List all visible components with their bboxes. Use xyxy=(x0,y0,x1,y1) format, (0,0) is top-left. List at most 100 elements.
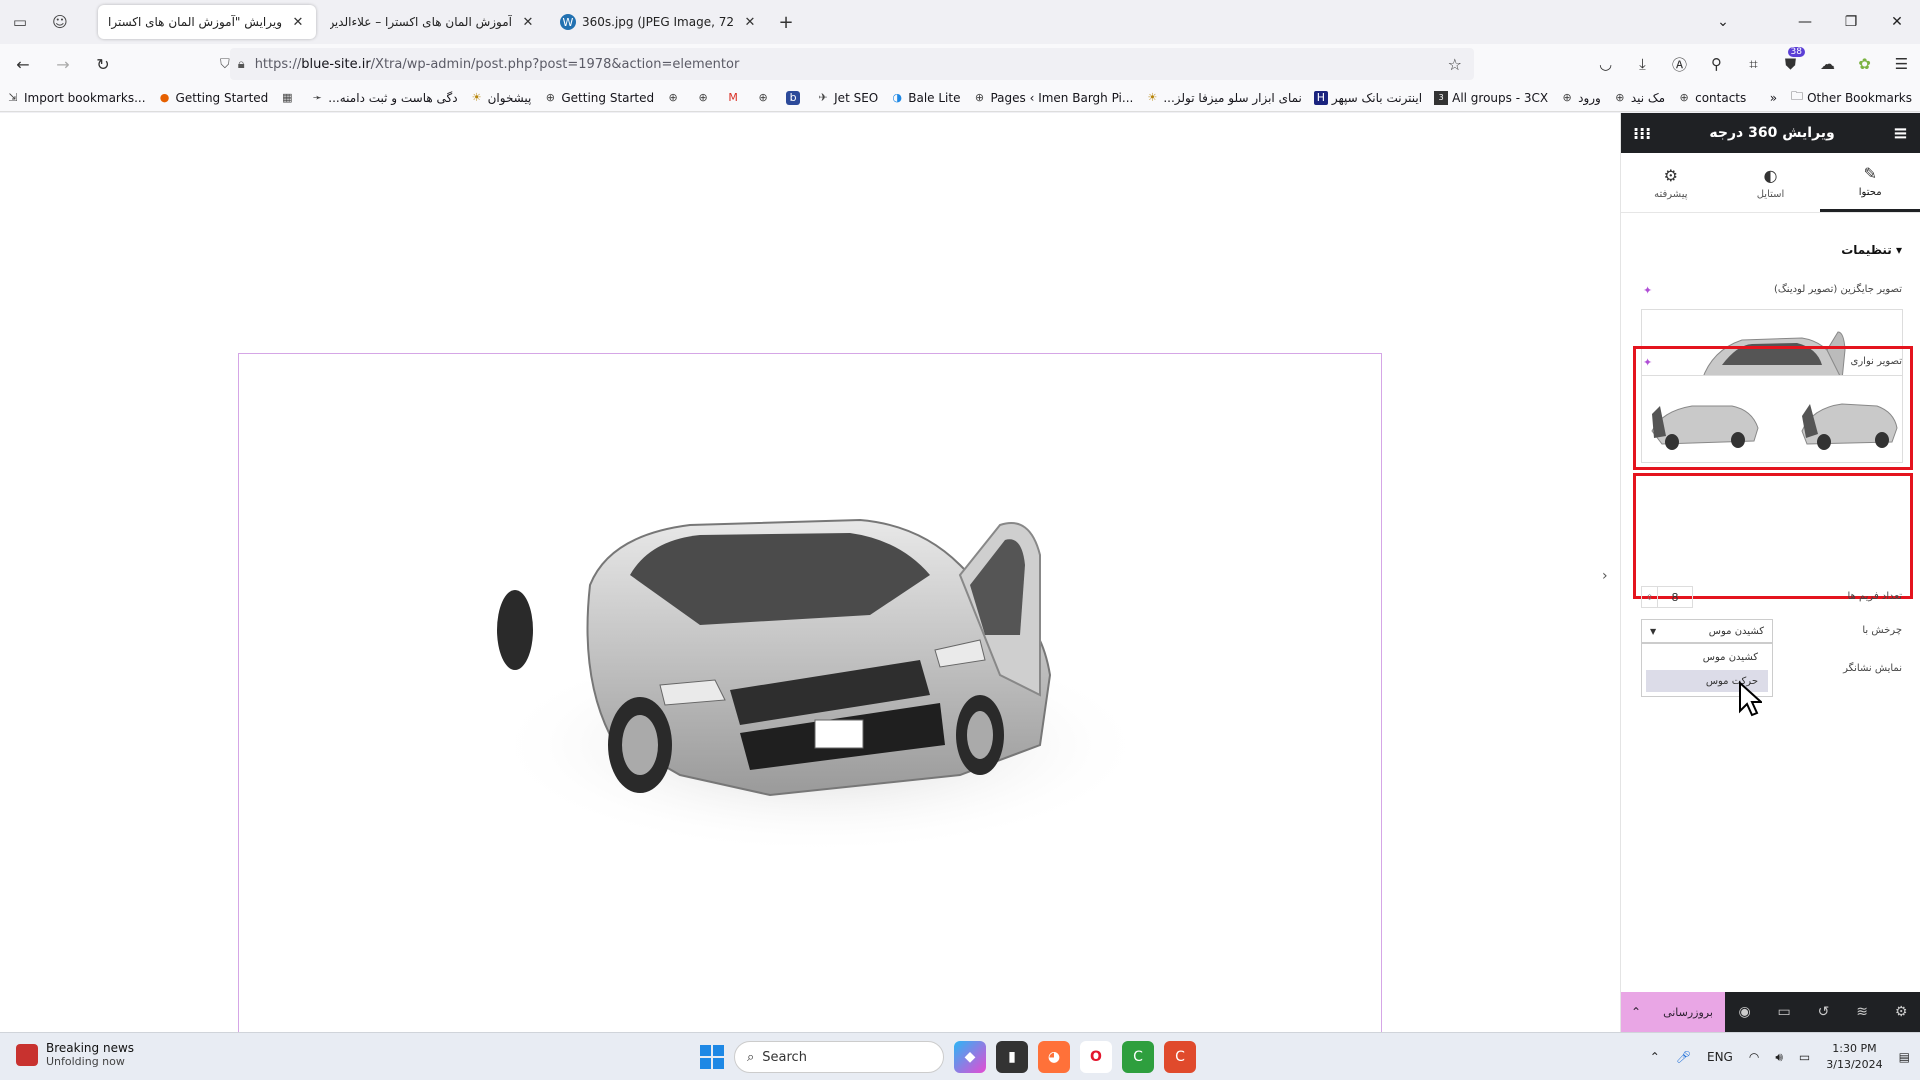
shield-icon[interactable]: ⛉ xyxy=(220,57,230,72)
bookmark-label: ورود xyxy=(1578,90,1601,105)
tab-elements[interactable]: آموزش المان های اکسترا – علاءالدین ✕ xyxy=(320,5,546,39)
bookmark-label: Pages ‹ Imen Bargh Pi... xyxy=(990,90,1134,105)
firefox-icon[interactable]: ◕ xyxy=(1038,1041,1070,1073)
hamburger-icon[interactable]: ≡ xyxy=(1893,123,1908,144)
taskbar-search[interactable]: ⌕ Search xyxy=(734,1041,944,1073)
tab-image[interactable]: W 360s.jpg (JPEG Image, 7200 × 60 ✕ xyxy=(550,5,768,39)
language-indicator[interactable]: ENG xyxy=(1707,1050,1733,1064)
settings-icon[interactable]: ⚙ xyxy=(1895,1004,1908,1020)
extensions-icon[interactable]: ⚲ xyxy=(1698,55,1735,73)
url-bar[interactable]: ⛉ 🔒︎ https://blue-site.ir/Xtra/wp-admin/… xyxy=(220,48,1474,80)
crop-icon[interactable]: ⌗ xyxy=(1735,55,1772,73)
apps-grid-icon[interactable]: ⁝⁝⁝ xyxy=(1633,124,1651,143)
opera-icon[interactable]: O xyxy=(1080,1041,1112,1073)
new-tab-icon[interactable]: + xyxy=(772,12,800,33)
tab-label: استایل xyxy=(1756,188,1785,200)
camtasia-red-icon[interactable]: C xyxy=(1164,1041,1196,1073)
toolbar-icons: ◡ ⤓ Ⓐ ⚲ ⌗ ⛊ 38 ☁ ✿ ☰ xyxy=(1587,44,1920,84)
bookmark-tools[interactable]: ☀ ...نمای ابزار سلو میزفا تولز xyxy=(1145,91,1302,105)
ai-sparkle-icon[interactable]: ✦ xyxy=(1643,284,1652,297)
bookmark-dashboard[interactable]: ☀ پیشخوان xyxy=(470,91,532,105)
bookmark-getting-started[interactable]: ● Getting Started xyxy=(158,91,269,105)
clock-time: 1:30 PM xyxy=(1832,1042,1877,1055)
stepper-arrows-icon[interactable]: ⇳ xyxy=(1642,587,1658,607)
bookmark-star-icon[interactable]: ☆ xyxy=(1448,55,1462,74)
pocket-icon[interactable]: ◡ xyxy=(1587,55,1624,73)
copilot-icon[interactable]: ◆ xyxy=(954,1041,986,1073)
tab-style[interactable]: ◐ استایل xyxy=(1721,153,1821,212)
bookmark-globe-3[interactable]: ⊕ xyxy=(756,91,774,105)
bookmark-bank[interactable]: H اینترنت بانک سپهر xyxy=(1313,90,1422,105)
bookmark-mac[interactable]: ⊕ مک نید xyxy=(1613,91,1665,105)
bookmark-pages[interactable]: ⊕ Pages ‹ Imen Bargh Pi... xyxy=(972,91,1133,105)
tab-list-icon[interactable]: ▭ xyxy=(0,0,40,44)
bookmark-getting-started-2[interactable]: ⊕ Getting Started xyxy=(543,91,654,105)
bookmark-globe-2[interactable]: ⊕ xyxy=(696,91,714,105)
cloud-icon[interactable]: ☁ xyxy=(1809,55,1846,73)
account-icon[interactable]: Ⓐ xyxy=(1661,54,1698,75)
chevron-right-icon[interactable]: » xyxy=(1770,91,1777,105)
close-tab-icon[interactable]: ✕ xyxy=(290,15,306,30)
responsive-icon[interactable]: ▭ xyxy=(1778,1004,1791,1020)
tab-label: پیشرفته xyxy=(1654,188,1688,200)
notification-icon[interactable]: ▤ xyxy=(1899,1050,1910,1064)
battery-icon[interactable]: ▭ xyxy=(1799,1050,1810,1064)
bookmark-bale[interactable]: ◑ Bale Lite xyxy=(890,91,960,105)
back-icon[interactable]: ← xyxy=(6,48,40,80)
bookmark-hosting[interactable]: ➛ ...دگی هاست و ثبت دامنه xyxy=(310,91,458,105)
bookmark-box[interactable]: b xyxy=(786,90,804,105)
forward-icon[interactable]: → xyxy=(46,48,80,80)
microphone-icon[interactable]: 🎤︎ xyxy=(1676,1050,1691,1064)
tray-chevron-icon[interactable]: ⌃ xyxy=(1650,1050,1660,1064)
close-window-icon[interactable]: ✕ xyxy=(1874,0,1920,44)
bookmark-gmail[interactable]: M xyxy=(726,91,744,105)
bookmark-globe-1[interactable]: ⊕ xyxy=(666,91,684,105)
news-widget[interactable]: Breaking news Unfolding now xyxy=(16,1041,134,1068)
clock[interactable]: 1:30 PM 3/13/2024 xyxy=(1826,1041,1882,1073)
bookmark-3cx[interactable]: 3 All groups - 3CX xyxy=(1434,90,1548,105)
ai-sparkle-icon[interactable]: ✦ xyxy=(1643,356,1652,369)
gift-icon[interactable]: ✿ xyxy=(1846,55,1883,73)
downloads-icon[interactable]: ⤓ xyxy=(1624,55,1661,73)
menu-icon[interactable]: ☰ xyxy=(1883,55,1920,73)
bookmark-label: مک نید xyxy=(1630,90,1666,105)
dropdown-option[interactable]: کشیدن موس xyxy=(1646,646,1768,668)
update-button[interactable]: ⌃ بروزرسانی xyxy=(1621,992,1725,1032)
tab-editor[interactable]: ویرایش "آموزش المان های اکسترا – عل ✕ xyxy=(98,5,316,39)
close-tab-icon[interactable]: ✕ xyxy=(520,15,536,30)
minimize-icon[interactable]: — xyxy=(1782,0,1828,44)
file-explorer-icon[interactable]: ▮ xyxy=(996,1041,1028,1073)
eye-icon[interactable]: ◉ xyxy=(1738,1004,1750,1020)
mouse-cursor-icon xyxy=(1739,681,1762,717)
panel-footer: ⌃ بروزرسانی ◉ ▭ ↺ ≋ ⚙ xyxy=(1621,992,1920,1032)
vpn-extension-icon[interactable]: ⛊ 38 xyxy=(1772,47,1809,73)
bookmark-import[interactable]: ⇲ Import bookmarks... xyxy=(6,91,145,105)
wifi-icon[interactable]: ◠ xyxy=(1749,1050,1759,1064)
restore-icon[interactable]: ❐ xyxy=(1828,0,1874,44)
bookmark-contacts[interactable]: ⊕ contacts xyxy=(1677,91,1746,105)
frames-number-input[interactable]: ⇳ 8 xyxy=(1641,586,1693,608)
globe-icon: ⊕ xyxy=(698,91,708,104)
bookmark-jet-seo[interactable]: ✈ Jet SEO xyxy=(816,91,879,105)
rotation-select[interactable]: کشیدن موس ▼ xyxy=(1641,619,1773,643)
gmail-icon: M xyxy=(728,91,738,104)
bookmark-login[interactable]: ⊕ ورود xyxy=(1560,91,1601,105)
settings-section-toggle[interactable]: ▾ تنظیمات xyxy=(1841,243,1902,257)
extension-tab-icon[interactable]: ☺ xyxy=(40,0,80,44)
bookmark-calendar[interactable]: ▦ xyxy=(280,91,298,105)
other-bookmarks[interactable]: Other Bookmarks xyxy=(1807,91,1912,105)
layers-icon[interactable]: ≋ xyxy=(1856,1004,1868,1020)
tab-overflow-icon[interactable]: ⌄ xyxy=(1700,0,1746,44)
tab-advanced[interactable]: ⚙ پیشرفته xyxy=(1621,153,1721,212)
volume-icon[interactable]: 🔊︎ xyxy=(1775,1050,1783,1065)
camtasia-green-icon[interactable]: C xyxy=(1122,1041,1154,1073)
strip-image-picker[interactable] xyxy=(1641,375,1903,463)
panel-collapse-icon[interactable]: › xyxy=(1602,568,1608,584)
windows-start-icon[interactable] xyxy=(700,1045,724,1069)
tab-content[interactable]: ✎ محتوا xyxy=(1820,153,1920,212)
lock-icon[interactable]: 🔒︎ xyxy=(238,57,245,72)
close-tab-icon[interactable]: ✕ xyxy=(742,15,758,30)
chevron-up-icon[interactable]: ⌃ xyxy=(1621,1005,1651,1019)
history-icon[interactable]: ↺ xyxy=(1818,1004,1830,1020)
reload-icon[interactable]: ↻ xyxy=(86,48,120,80)
